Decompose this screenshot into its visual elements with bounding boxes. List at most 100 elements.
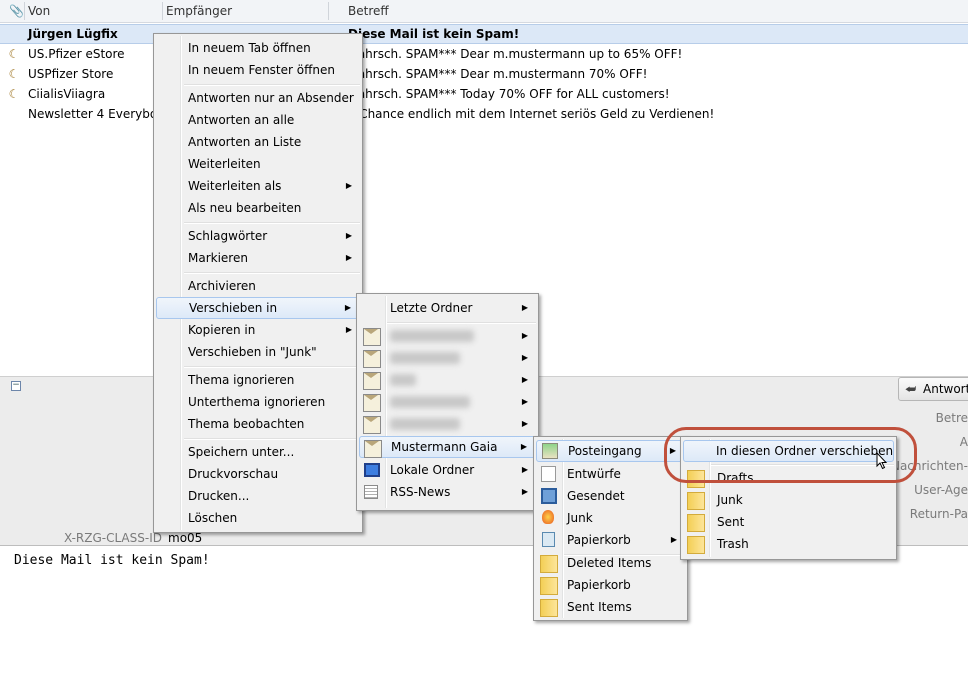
- trash-icon: [542, 532, 555, 547]
- menu-folder-sent[interactable]: Sent: [683, 511, 894, 533]
- menu-ignore-subthread[interactable]: Unterthema ignorieren: [156, 391, 360, 413]
- mail-account-icon: [363, 328, 381, 346]
- message-context-menu: In neuem Tab öffnen In neuem Fenster öff…: [153, 33, 363, 533]
- menu-copy-to[interactable]: Kopieren in ▶: [156, 319, 360, 341]
- menu-account-hidden[interactable]: ▶: [359, 391, 536, 413]
- menu-watch-thread[interactable]: Thema beobachten: [156, 413, 360, 435]
- menu-folder-sent-items[interactable]: Sent Items: [536, 596, 685, 618]
- menu-mark[interactable]: Markieren ▶: [156, 247, 360, 269]
- submenu-arrow-icon: ▶: [521, 375, 528, 384]
- submenu-arrow-icon: ▶: [521, 419, 528, 428]
- message-subject: wahrsch. SPAM*** Dear m.mustermann 70% O…: [348, 67, 648, 81]
- menu-folder-deleted-items[interactable]: Deleted Items: [536, 552, 685, 574]
- folder-icon: [540, 555, 558, 573]
- submenu-arrow-icon: ▶: [345, 231, 352, 240]
- message-from: Newsletter 4 Everybody: [28, 107, 172, 121]
- submenu-arrow-icon: ▶: [345, 325, 352, 334]
- menu-save-as[interactable]: Speichern unter...: [156, 441, 360, 463]
- rss-icon: [364, 485, 378, 499]
- submenu-arrow-icon: ▶: [520, 442, 527, 451]
- menu-open-in-tab[interactable]: In neuem Tab öffnen: [156, 37, 360, 59]
- attachment-icon: ☾: [8, 87, 20, 101]
- menu-account-mustermann[interactable]: Mustermann Gaia ▶: [359, 436, 536, 458]
- message-from: USPfizer Store: [28, 67, 114, 81]
- message-body-text: Diese Mail ist kein Spam!: [14, 553, 210, 568]
- menu-folder-sent[interactable]: Gesendet: [536, 485, 685, 507]
- submenu-arrow-icon: ▶: [521, 353, 528, 362]
- mail-account-icon: [363, 372, 381, 390]
- message-from: Jürgen Lügfix: [28, 27, 118, 41]
- message-subject: wahrsch. SPAM*** Today 70% OFF for ALL c…: [348, 87, 670, 101]
- submenu-arrow-icon: ▶: [344, 303, 351, 312]
- submenu-arrow-icon: ▶: [521, 487, 528, 496]
- submenu-arrow-icon: ▶: [345, 181, 352, 190]
- mail-account-icon: [364, 440, 382, 458]
- header-label-subject: Betre: [935, 411, 968, 425]
- message-from: CiialisViiagra: [28, 87, 106, 101]
- menu-account-hidden[interactable]: ▶: [359, 413, 536, 435]
- drafts-icon: [541, 466, 556, 482]
- attachment-column-icon[interactable]: 📎: [9, 0, 24, 22]
- message-subject: Diese Mail ist kein Spam!: [348, 27, 520, 41]
- menu-folder-trash[interactable]: Trash: [683, 533, 894, 555]
- header-label-class-id: X-RZG-CLASS-ID: [63, 531, 162, 545]
- folder-icon: [540, 577, 558, 595]
- menu-move-to-junk[interactable]: Verschieben in "Junk": [156, 341, 360, 363]
- header-value-class-id: mo05: [168, 531, 203, 545]
- mouse-cursor-icon: [876, 452, 888, 470]
- menu-move-to[interactable]: Verschieben in ▶: [156, 297, 360, 319]
- menu-reply-all[interactable]: Antworten an alle: [156, 109, 360, 131]
- column-header-from[interactable]: Von: [28, 0, 50, 22]
- reply-button[interactable]: ⮨ Antwort: [898, 377, 968, 401]
- menu-folder-trash[interactable]: Papierkorb ▶: [536, 529, 685, 551]
- message-row[interactable]: ☾ CiialisViiagra wahrsch. SPAM*** Today …: [0, 84, 968, 104]
- submenu-arrow-icon: ▶: [345, 253, 352, 262]
- menu-account-hidden[interactable]: ▶: [359, 325, 536, 347]
- folder-icon: [687, 536, 705, 554]
- reply-button-label: Antwort: [923, 382, 968, 396]
- computer-icon: [364, 463, 380, 477]
- message-row[interactable]: ☾ US.Pfizer eStore wahrsch. SPAM*** Dear…: [0, 44, 968, 64]
- message-row[interactable]: Jürgen Lügfix Diese Mail ist kein Spam!: [0, 24, 968, 44]
- submenu-arrow-icon: ▶: [521, 331, 528, 340]
- inbox-icon: [542, 443, 558, 459]
- menu-rss-news[interactable]: RSS-News ▶: [359, 481, 536, 503]
- menu-reply-list[interactable]: Antworten an Liste: [156, 131, 360, 153]
- message-row[interactable]: ☾ USPfizer Store wahrsch. SPAM*** Dear m…: [0, 64, 968, 84]
- reply-arrow-icon: ⮨: [905, 382, 917, 396]
- menu-reply-sender[interactable]: Antworten nur an Absender: [156, 87, 360, 109]
- menu-folder-junk[interactable]: Junk: [536, 507, 685, 529]
- menu-print[interactable]: Drucken...: [156, 485, 360, 507]
- menu-print-preview[interactable]: Druckvorschau: [156, 463, 360, 485]
- menu-forward-as[interactable]: Weiterleiten als ▶: [156, 175, 360, 197]
- menu-folder-junk[interactable]: Junk: [683, 489, 894, 511]
- folder-icon: [687, 492, 705, 510]
- message-from: US.Pfizer eStore: [28, 47, 125, 61]
- message-subject: e Chance endlich mit dem Internet seriös…: [348, 107, 715, 121]
- junk-flame-icon: [542, 510, 554, 524]
- submenu-arrow-icon: ▶: [670, 535, 677, 544]
- menu-open-in-window[interactable]: In neuem Fenster öffnen: [156, 59, 360, 81]
- attachment-icon: ☾: [8, 67, 20, 81]
- menu-account-hidden[interactable]: ▶: [359, 369, 536, 391]
- menu-folder-papierkorb[interactable]: Papierkorb: [536, 574, 685, 596]
- collapse-toggle[interactable]: −: [11, 381, 21, 391]
- menu-folder-drafts[interactable]: Entwürfe: [536, 463, 685, 485]
- menu-archive[interactable]: Archivieren: [156, 275, 360, 297]
- menu-account-hidden[interactable]: ▶: [359, 347, 536, 369]
- column-header-subject[interactable]: Betreff: [348, 0, 389, 22]
- folder-icon: [540, 599, 558, 617]
- menu-edit-as-new[interactable]: Als neu bearbeiten: [156, 197, 360, 219]
- menu-tags[interactable]: Schlagwörter ▶: [156, 225, 360, 247]
- menu-folder-inbox[interactable]: Posteingang ▶: [536, 440, 685, 462]
- menu-ignore-thread[interactable]: Thema ignorieren: [156, 369, 360, 391]
- submenu-arrow-icon: ▶: [521, 303, 528, 312]
- menu-delete[interactable]: Löschen: [156, 507, 360, 529]
- menu-recent-folders[interactable]: Letzte Ordner ▶: [359, 297, 536, 319]
- menu-forward[interactable]: Weiterleiten: [156, 153, 360, 175]
- submenu-arrow-icon: ▶: [521, 397, 528, 406]
- message-list-header: 📎 Von Empfänger Betreff: [0, 0, 968, 23]
- menu-local-folders[interactable]: Lokale Ordner ▶: [359, 459, 536, 481]
- column-header-to[interactable]: Empfänger: [166, 0, 232, 22]
- message-row[interactable]: Newsletter 4 Everybody e Chance endlich …: [0, 104, 968, 124]
